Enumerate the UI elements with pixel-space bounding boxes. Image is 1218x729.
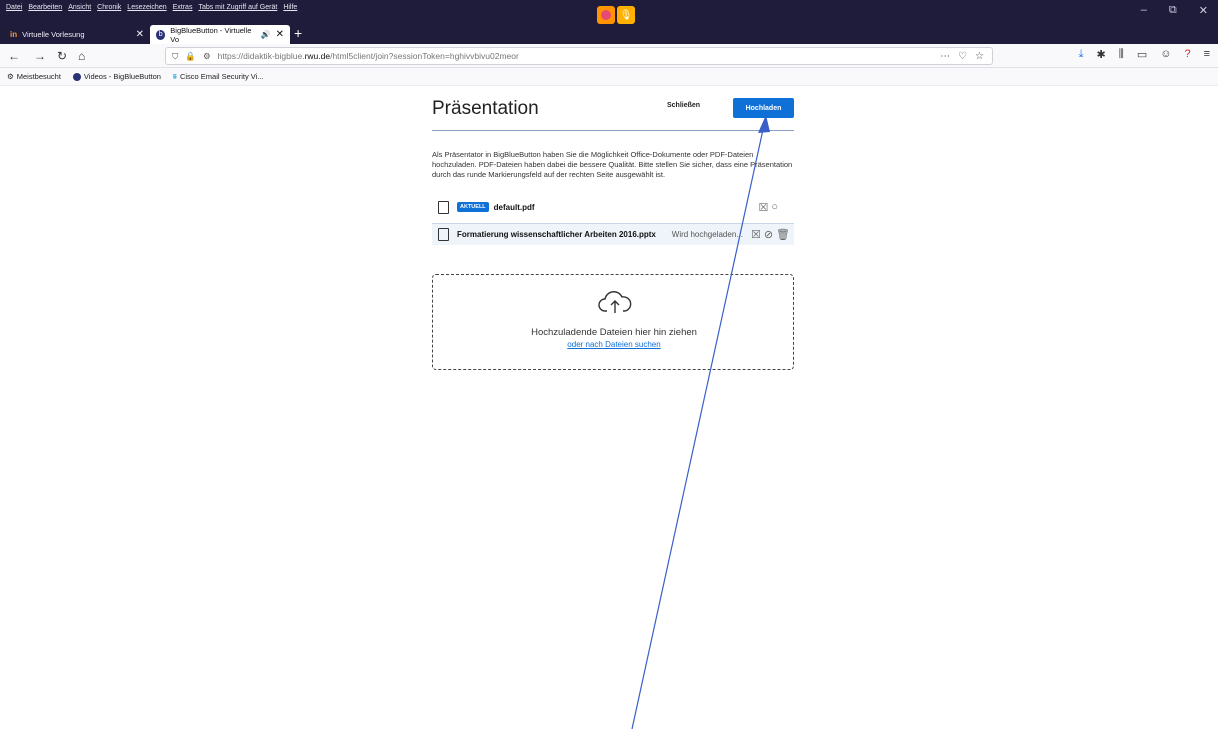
file-dropzone[interactable]: Hochzuladende Dateien hier hin ziehen od… [432, 274, 794, 370]
close-window-icon[interactable]: ✕ [1199, 4, 1208, 17]
extensions-icon[interactable]: ✱ [1097, 48, 1106, 61]
bigbluebutton-icon [72, 72, 81, 81]
menu-tabs-geraet[interactable]: Tabs mit Zugriff auf Gerät [198, 4, 277, 11]
new-tab-icon[interactable]: + [294, 25, 302, 41]
tab-label: Virtuelle Vorlesung [22, 30, 85, 39]
forward-icon[interactable]: → [34, 49, 46, 63]
file-row[interactable]: Formatierung wissenschaftlicher Arbeiten… [432, 223, 794, 245]
file-actions: ☒ ○ [758, 201, 778, 214]
download-icon[interactable]: ⤓ [1079, 48, 1084, 61]
file-actions: ☒ ⊘ 🗑 [751, 228, 790, 241]
permissions-icon[interactable]: ⚙ [203, 51, 211, 62]
navigation-bar: ← → ↻ ⌂ ⛉ 🔒 ⚙ https://didaktik-bigblue.r… [0, 44, 1218, 68]
download-toggle-icon[interactable]: ☒ [751, 228, 761, 241]
file-name: default.pdf [493, 202, 535, 212]
trash-icon[interactable]: 🗑 [776, 228, 790, 241]
download-toggle-icon[interactable]: ☒ [758, 201, 768, 214]
tab-favicon: in [10, 30, 18, 39]
current-badge: AKTUELL [457, 202, 489, 212]
dropzone-text: Hochzuladende Dateien hier hin ziehen [531, 327, 697, 338]
restore-icon[interactable]: ⧉ [1169, 4, 1177, 17]
reload-icon[interactable]: ↻ [57, 49, 67, 63]
hamburger-menu-icon[interactable]: ≡ [1204, 48, 1210, 61]
menu-datei[interactable]: Datei [6, 4, 22, 11]
gear-icon: ⚙ [7, 72, 14, 81]
set-current-check-icon[interactable]: ⊘ [764, 228, 773, 241]
library-icon[interactable]: ⫼ [1119, 48, 1124, 61]
upload-status: Wird hochgeladen... [671, 230, 743, 239]
menu-hilfe[interactable]: Hilfe [283, 4, 297, 11]
tab-bigbluebutton[interactable]: b BigBlueButton - Virtuelle Vo 🔊 ✕ [150, 25, 290, 44]
help-icon[interactable]: ? [1184, 48, 1190, 61]
pocket-icon[interactable]: ♡ [958, 51, 967, 62]
back-icon[interactable]: ← [8, 49, 20, 63]
url-text[interactable]: https://didaktik-bigblue.rwu.de/html5cli… [218, 51, 519, 61]
file-icon [438, 200, 449, 214]
bigbluebutton-icon: b [156, 29, 166, 40]
sidebar-icon[interactable]: ▭ [1137, 48, 1147, 61]
bookmark-star-icon[interactable]: ☆ [975, 51, 984, 62]
cisco-icon: ⩩ [172, 71, 177, 81]
file-icon [438, 228, 449, 241]
tab-virtuelle-vorlesung[interactable]: in Virtuelle Vorlesung ✕ [4, 25, 150, 44]
close-tab-icon[interactable]: ✕ [276, 29, 284, 40]
menu-bar: Datei Bearbeiten Ansicht Chronik Lesezei… [6, 4, 297, 11]
bookmarks-toolbar: ⚙ Meistbesucht Videos - BigBlueButton ⩩ Ci… [0, 68, 1218, 86]
bookmark-cisco[interactable]: ⩩ Cisco Email Security Vi... [173, 72, 264, 82]
firefox-icon [597, 6, 615, 24]
window-controls: – ⧉ ✕ [1141, 4, 1208, 17]
menu-chronik[interactable]: Chronik [97, 4, 121, 11]
menu-ansicht[interactable]: Ansicht [68, 4, 91, 11]
browse-files-link[interactable]: oder nach Dateien suchen [433, 340, 795, 349]
bookmark-videos-bbb[interactable]: Videos - BigBlueButton [72, 72, 161, 81]
url-actions: ⋯ ♡ ☆ [940, 51, 984, 62]
set-current-radio-icon[interactable]: ○ [771, 201, 778, 214]
file-name: Formatierung wissenschaftlicher Arbeiten… [457, 230, 656, 239]
upload-button[interactable]: Hochladen [733, 98, 794, 118]
tab-label: BigBlueButton - Virtuelle Vo [170, 25, 252, 44]
menu-extras[interactable]: Extras [173, 4, 193, 11]
page-actions-icon[interactable]: ⋯ [940, 51, 950, 62]
home-icon[interactable]: ⌂ [78, 49, 85, 63]
minimize-icon[interactable]: – [1141, 4, 1147, 17]
modal-title: Präsentation [432, 98, 539, 119]
toolbar-right: ⤓ ✱ ⫼ ▭ ☺ ? ≡ [1079, 48, 1210, 61]
close-button[interactable]: Schließen [667, 102, 700, 109]
menu-bearbeiten[interactable]: Bearbeiten [28, 4, 62, 11]
bookmark-meistbesucht[interactable]: ⚙ Meistbesucht [7, 72, 61, 81]
close-tab-icon[interactable]: ✕ [136, 29, 144, 40]
file-row[interactable]: AKTUELL default.pdf ☒ ○ [432, 196, 794, 218]
modal-description: Als Präsentator in BigBlueButton haben S… [432, 150, 793, 179]
account-icon[interactable]: ☺ [1160, 48, 1171, 61]
divider [432, 130, 794, 131]
speaker-icon[interactable]: 🔊 [261, 30, 271, 39]
microphone-icon: 🎙 [617, 6, 635, 24]
browser-titlebar: Datei Bearbeiten Ansicht Chronik Lesezei… [0, 0, 1218, 44]
menu-lesezeichen[interactable]: Lesezeichen [127, 4, 166, 11]
url-bar[interactable]: ⛉ 🔒 ⚙ https://didaktik-bigblue.rwu.de/ht… [165, 47, 993, 65]
lock-icon[interactable]: 🔒 [185, 51, 196, 62]
sharing-indicator[interactable]: 🎙 [597, 6, 635, 24]
cloud-upload-icon [598, 289, 632, 321]
shield-icon[interactable]: ⛉ [172, 51, 178, 62]
